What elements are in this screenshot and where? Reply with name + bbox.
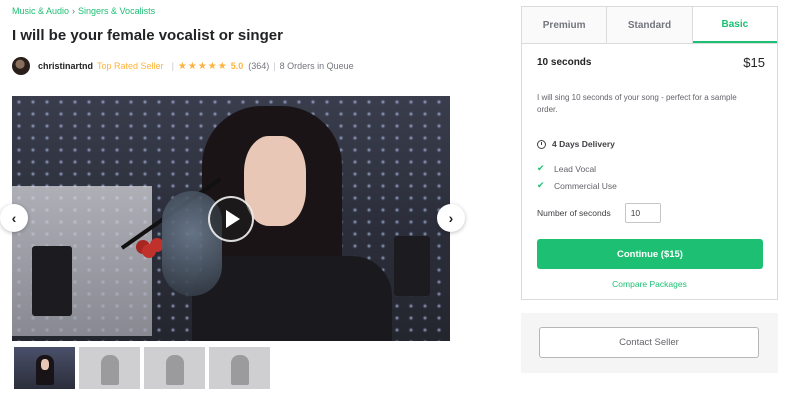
breadcrumb-item-music-audio[interactable]: Music & Audio	[12, 6, 69, 16]
divider: |	[171, 61, 174, 71]
gallery-prev-button[interactable]: ‹	[0, 204, 28, 232]
package-features: ✔ Lead Vocal ✔ Commercial Use	[537, 160, 617, 194]
play-button[interactable]	[208, 196, 254, 242]
thumbnail-figure	[166, 355, 184, 385]
thumbnail-1[interactable]	[12, 345, 77, 391]
divider: |	[273, 61, 276, 71]
compare-packages-link[interactable]: Compare Packages	[522, 279, 777, 289]
delivery-label: 4 Days Delivery	[552, 139, 615, 149]
seller-name[interactable]: christinartnd	[38, 61, 93, 71]
tab-standard[interactable]: Standard	[607, 7, 693, 43]
flowers	[142, 244, 156, 258]
feature-label: Lead Vocal	[554, 163, 597, 174]
review-count[interactable]: (364)	[248, 61, 269, 71]
thumbnail-3[interactable]	[144, 347, 205, 389]
speaker-right	[394, 236, 430, 296]
breadcrumb-item-singers-vocalists[interactable]: Singers & Vocalists	[78, 6, 155, 16]
gig-title: I will be your female vocalist or singer	[12, 27, 283, 44]
quantity-input[interactable]	[624, 203, 661, 223]
rating-score: 5.0	[230, 61, 244, 71]
package-name: 10 seconds	[537, 57, 592, 68]
feature-label: Commercial Use	[554, 180, 617, 191]
orders-in-queue: 8 Orders in Queue	[279, 61, 354, 71]
quantity-row: Number of seconds	[537, 203, 661, 223]
contact-seller-button[interactable]: Contact Seller	[539, 327, 759, 358]
tab-basic[interactable]: Basic	[692, 7, 777, 43]
continue-button[interactable]: Continue ($15)	[537, 239, 763, 269]
check-icon: ✔	[537, 163, 545, 173]
delivery-time: 4 Days Delivery	[537, 139, 615, 149]
breadcrumb: Music & Audio › Singers & Vocalists	[12, 6, 155, 16]
thumbnail-figure	[101, 355, 119, 385]
gallery-next-button[interactable]: ›	[437, 204, 465, 232]
thumbnail-2[interactable]	[79, 347, 140, 389]
seller-avatar[interactable]	[12, 57, 30, 75]
package-card: Premium Standard Basic 10 seconds $15 I …	[521, 6, 778, 300]
check-icon: ✔	[537, 180, 545, 190]
feature-item: ✔ Commercial Use	[537, 177, 617, 194]
rating-stars-icon: ★★★★★	[177, 60, 228, 72]
tab-premium[interactable]: Premium	[522, 7, 608, 43]
quantity-label: Number of seconds	[537, 208, 611, 218]
play-icon	[226, 210, 240, 228]
package-header: 10 seconds $15	[537, 55, 765, 70]
seller-level-badge: Top Rated Seller	[97, 61, 164, 71]
gallery-thumbnails	[12, 345, 270, 391]
seller-overview: christinartnd Top Rated Seller | ★★★★★ 5…	[12, 57, 354, 75]
speaker-left	[32, 246, 72, 316]
feature-item: ✔ Lead Vocal	[537, 160, 617, 177]
contact-seller-panel: Contact Seller	[521, 313, 778, 373]
package-price: $15	[743, 55, 765, 70]
chevron-left-icon: ‹	[11, 210, 17, 226]
thumbnail-figure	[231, 355, 249, 385]
gig-video-player[interactable]	[12, 96, 450, 341]
package-tabs: Premium Standard Basic	[522, 7, 777, 44]
clock-icon	[537, 139, 546, 149]
thumbnail-4[interactable]	[209, 347, 270, 389]
singer-body	[192, 256, 392, 341]
breadcrumb-separator: ›	[72, 6, 76, 16]
thumbnail-face	[41, 359, 49, 370]
package-description: I will sing 10 seconds of your song - pe…	[537, 93, 737, 114]
chevron-right-icon: ›	[448, 210, 454, 226]
